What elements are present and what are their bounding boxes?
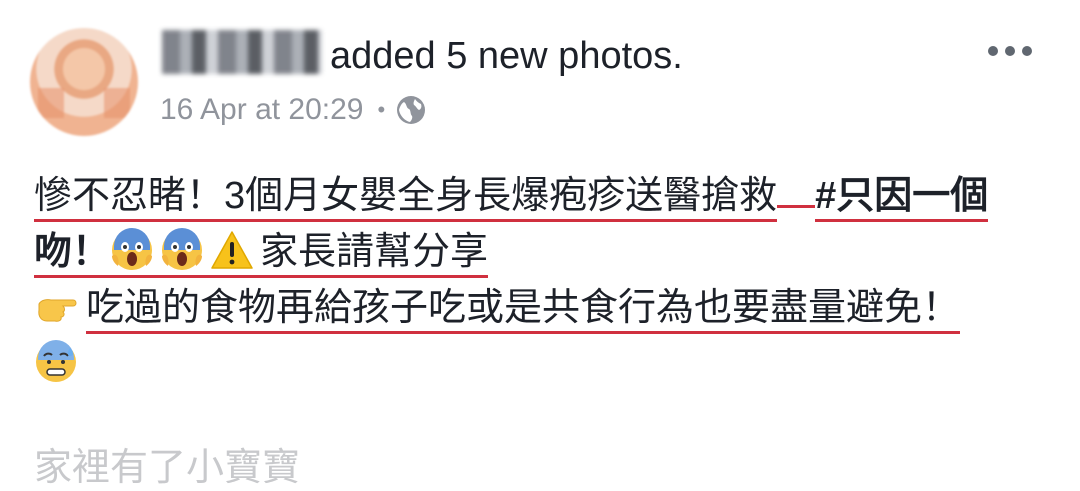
post-body: 慘不忍睹！3個月女嬰全身長爆疱疹送醫搶救 #只因一個 吻！ 家長請幫分享 吃過的…: [34, 168, 1054, 392]
author-name-blurred[interactable]: [162, 30, 322, 74]
warning-emoji: [211, 231, 253, 269]
author-avatar[interactable]: [30, 28, 138, 136]
post-line-2: 吻！ 家長請幫分享: [34, 224, 1054, 280]
hashtag-link[interactable]: #只因一個: [815, 175, 989, 222]
post-line-3: 吃過的食物再給孩子吃或是共食行為也要盡量避免！: [34, 280, 1054, 336]
scream-emoji: [112, 228, 153, 270]
hashtag-continuation[interactable]: 吻！: [34, 231, 111, 278]
post-meta: 16 Apr at 20:29 •: [160, 88, 427, 132]
pointing-right-emoji: [38, 299, 77, 322]
globe-icon[interactable]: [395, 94, 427, 126]
post-line-2-text: 家長請幫分享: [260, 231, 489, 273]
post-line-3-text: 吃過的食物再給孩子吃或是共食行為也要盡量避免！: [86, 287, 961, 334]
post-line-4: [34, 336, 1054, 392]
anxious-sweat-emoji: [36, 340, 76, 382]
scream-emoji: [162, 228, 203, 270]
more-options-button[interactable]: [988, 40, 1032, 62]
post-line-1: 慘不忍睹！3個月女嬰全身長爆疱疹送醫搶救 #只因一個: [34, 168, 1054, 224]
post-headline: added 5 new photos.: [330, 35, 683, 77]
more-horizontal-icon: [988, 46, 998, 56]
post-timestamp[interactable]: 16 Apr at 20:29: [160, 88, 364, 132]
faded-continuation-text: 家裡有了小寶寶: [34, 447, 301, 489]
meta-separator: •: [377, 97, 386, 122]
post-line-1-text: 慘不忍睹！3個月女嬰全身長爆疱疹送醫搶救: [34, 175, 778, 222]
